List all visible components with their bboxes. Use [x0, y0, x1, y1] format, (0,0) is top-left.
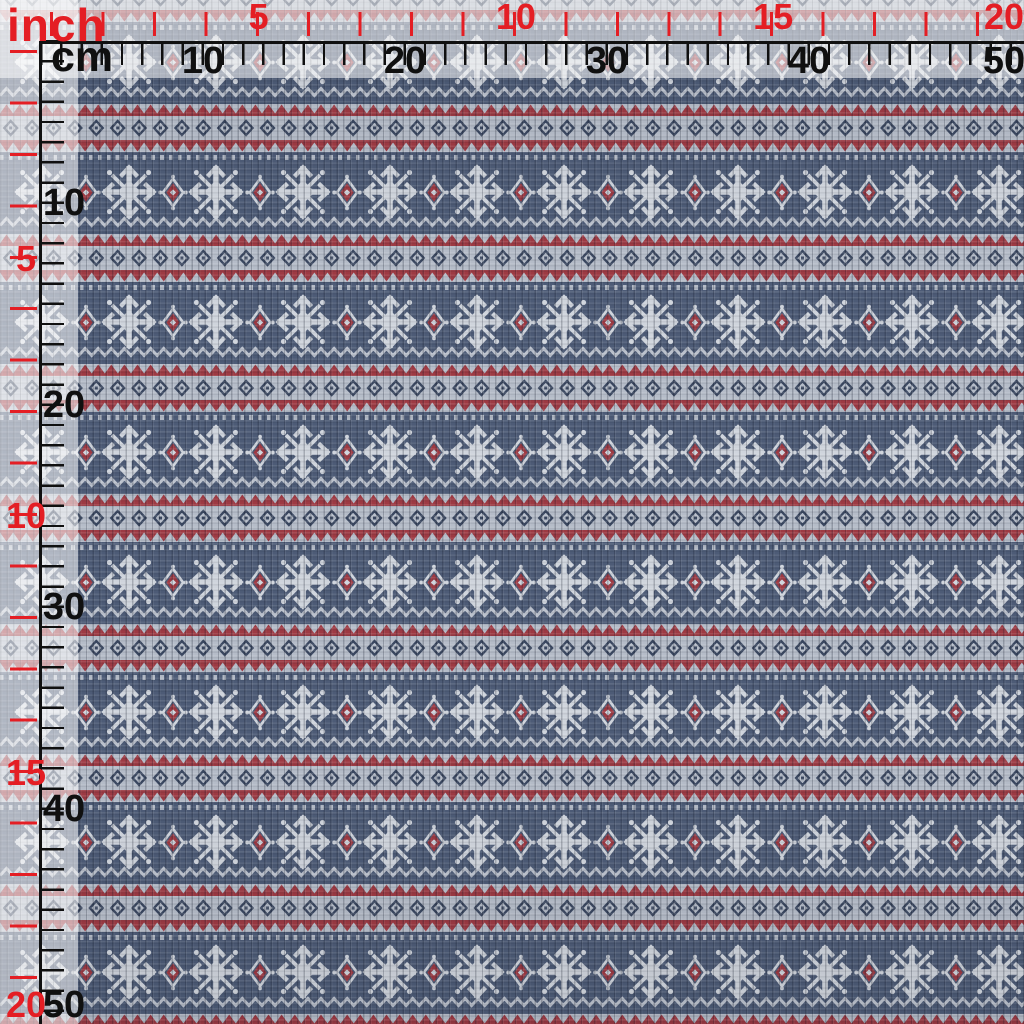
ruler-number: 15: [5, 752, 47, 794]
ruler-number: 15: [753, 0, 794, 37]
fabric-swatch-listing-image: inch cm 10 20 30 40 50 5 10 15 20 10 20 30 40 50 5 10 15…: [0, 0, 1024, 1024]
ruler-number: 20: [983, 0, 1024, 37]
ruler-number: 10: [42, 182, 86, 224]
ruler-number: 20: [5, 984, 47, 1024]
ruler-number: 5: [15, 237, 37, 279]
ruler-number: 50: [982, 40, 1024, 82]
ruler-number: 5: [248, 0, 269, 37]
ruler-number: 50: [42, 984, 86, 1024]
cm-unit-label: cm: [51, 33, 114, 81]
ruler-number: 20: [42, 384, 86, 426]
ruler-number: 10: [181, 40, 225, 82]
ruler-number: 40: [787, 40, 831, 82]
ruler-labels: inch cm 10 20 30 40 50 5 10 15 20 10 20 30 40 50 5 10 15…: [0, 0, 1024, 1024]
ruler-number: 20: [383, 40, 427, 82]
ruler-number: 30: [42, 586, 86, 628]
ruler-number: 10: [495, 0, 536, 37]
ruler-number: 10: [5, 494, 47, 536]
ruler-number: 40: [42, 788, 86, 830]
ruler-number: 30: [585, 40, 629, 82]
